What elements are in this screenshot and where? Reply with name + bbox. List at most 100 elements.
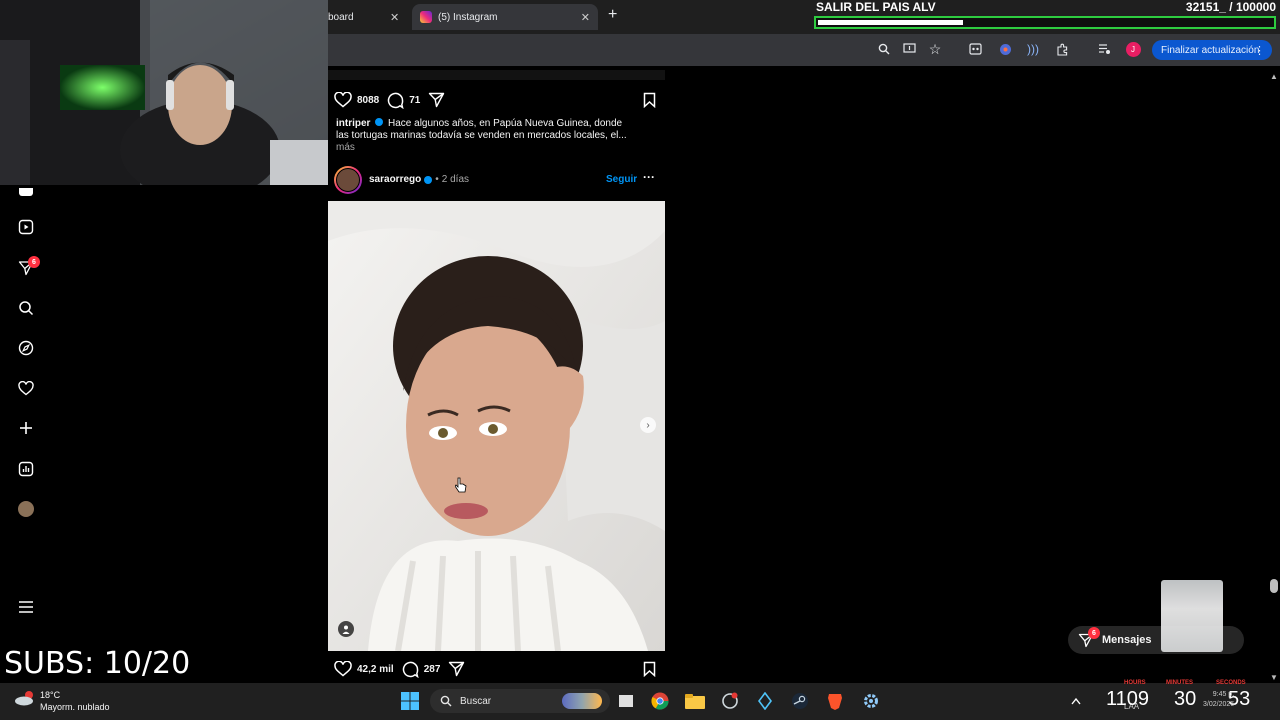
chrome-icon[interactable] bbox=[649, 691, 671, 711]
post-image bbox=[328, 201, 665, 651]
windows-start-icon[interactable] bbox=[399, 691, 421, 711]
like-icon[interactable] bbox=[334, 92, 352, 108]
bookmark-star-icon[interactable]: ☆ bbox=[927, 41, 943, 57]
timer-minutes-label: MINUTES bbox=[1166, 680, 1193, 686]
share-icon[interactable] bbox=[448, 661, 465, 677]
tab-board-label: board bbox=[328, 11, 354, 23]
scroll-up-icon[interactable]: ▲ bbox=[1270, 72, 1278, 81]
messages-badge: 6 bbox=[1088, 627, 1100, 639]
verified-badge-icon bbox=[375, 118, 384, 126]
reels-icon[interactable] bbox=[16, 217, 36, 237]
timer-seconds-label: SECONDS bbox=[1216, 680, 1246, 686]
comment-count: 287 bbox=[423, 663, 441, 675]
save-bookmark-icon[interactable] bbox=[643, 661, 656, 677]
share-icon[interactable] bbox=[428, 92, 445, 108]
post-separator: • bbox=[435, 174, 439, 185]
reels-icon-partial[interactable] bbox=[16, 182, 36, 202]
vpn-icon[interactable] bbox=[754, 691, 776, 711]
comment-icon[interactable] bbox=[387, 92, 404, 109]
media-control-icon[interactable] bbox=[1096, 41, 1112, 57]
save-bookmark-icon[interactable] bbox=[643, 92, 656, 108]
scrollbar-thumb[interactable] bbox=[1270, 579, 1278, 593]
scroll-down-icon[interactable]: ▼ bbox=[1270, 673, 1278, 682]
audio-icon[interactable]: ))) bbox=[1025, 41, 1041, 57]
profile-avatar[interactable]: J bbox=[1125, 41, 1141, 57]
tab-instagram[interactable]: (5) Instagram ✕ bbox=[412, 4, 598, 30]
search-highlight-image bbox=[562, 693, 602, 709]
close-icon[interactable]: ✕ bbox=[390, 11, 399, 24]
like-count: 8088 bbox=[357, 94, 380, 106]
finish-update-button[interactable]: Finalizar actualización ⋮ bbox=[1152, 40, 1272, 60]
like-count: 42,2 mil bbox=[357, 663, 394, 675]
mouse-cursor-icon bbox=[454, 477, 467, 493]
webcam-feed bbox=[0, 0, 328, 185]
new-tab-button[interactable]: + bbox=[608, 6, 617, 24]
brave-icon[interactable] bbox=[824, 691, 846, 711]
zoom-icon[interactable] bbox=[876, 41, 892, 57]
create-plus-icon[interactable] bbox=[16, 418, 36, 438]
page-scrollbar[interactable]: ▲ ▼ bbox=[1268, 72, 1280, 682]
extensions-puzzle-icon[interactable] bbox=[1054, 41, 1070, 57]
goal-title: SALIR DEL PAIS ALV bbox=[816, 0, 936, 14]
file-explorer-icon[interactable] bbox=[684, 691, 706, 711]
dashboard-icon[interactable] bbox=[16, 459, 36, 479]
taskbar bbox=[0, 683, 1280, 720]
notifications-badge: 6 bbox=[28, 256, 40, 268]
previous-post-actions: 8088 71 bbox=[334, 89, 658, 111]
timer-hours: 1109 bbox=[1106, 688, 1150, 710]
reader-icon[interactable] bbox=[967, 41, 983, 57]
follow-button[interactable]: Seguir bbox=[606, 174, 637, 185]
finish-update-label: Finalizar actualización bbox=[1161, 44, 1260, 56]
comment-count: 71 bbox=[409, 94, 421, 106]
post-photo[interactable]: › bbox=[328, 201, 665, 651]
system-time: 9:45 p. bbox=[1212, 691, 1235, 698]
carousel-next-icon[interactable]: › bbox=[640, 417, 656, 433]
steam-icon[interactable] bbox=[789, 691, 811, 711]
tagged-user-icon[interactable] bbox=[338, 621, 354, 637]
system-clock[interactable]: 9:45 p. 3/02/2026 bbox=[1203, 690, 1234, 710]
gear-icon[interactable] bbox=[860, 691, 882, 711]
profile-initial: J bbox=[1125, 41, 1141, 57]
timer-hours-label: HOURS bbox=[1124, 680, 1146, 686]
settings-app-icon[interactable] bbox=[719, 691, 741, 711]
messages-label: Mensajes bbox=[1102, 634, 1152, 646]
previous-post-media-edge bbox=[328, 70, 665, 80]
heart-icon[interactable] bbox=[16, 378, 36, 398]
taskbar-search[interactable]: Buscar bbox=[430, 689, 610, 713]
install-app-icon[interactable] bbox=[901, 41, 917, 57]
post-author-avatar[interactable] bbox=[334, 166, 362, 194]
caption-username[interactable]: intriper bbox=[336, 118, 370, 129]
tab-instagram-label: (5) Instagram bbox=[438, 11, 498, 23]
tab-board[interactable]: board ✕ bbox=[328, 4, 408, 30]
water-glass-overlay bbox=[1161, 580, 1223, 652]
post-username[interactable]: saraorrego bbox=[369, 174, 421, 185]
goal-progress-fill bbox=[818, 20, 964, 25]
webcam-image bbox=[0, 0, 328, 185]
chevron-up-icon[interactable] bbox=[1065, 691, 1087, 711]
extension-blue-icon[interactable] bbox=[997, 41, 1013, 57]
post-header: saraorrego • 2 días Seguir ··· bbox=[334, 166, 658, 194]
previous-post-caption: intriper Hace algunos años, en Papúa Nue… bbox=[336, 118, 636, 154]
search-placeholder: Buscar bbox=[460, 695, 492, 707]
goal-progress-bar bbox=[814, 16, 1276, 29]
system-date: 3/02/2026 bbox=[1203, 701, 1235, 708]
more-vertical-icon[interactable]: ⋮ bbox=[1254, 44, 1265, 57]
more-options-icon[interactable]: ··· bbox=[643, 170, 655, 184]
instagram-icon bbox=[420, 11, 432, 23]
task-view-icon[interactable] bbox=[615, 691, 637, 711]
close-icon[interactable]: ✕ bbox=[581, 11, 590, 24]
explore-compass-icon[interactable] bbox=[16, 338, 36, 358]
profile-avatar-sidebar[interactable] bbox=[16, 499, 36, 519]
post-time: 2 días bbox=[441, 174, 470, 185]
subs-counter: SUBS: 10/20 bbox=[4, 646, 191, 681]
weather-cloud-icon[interactable] bbox=[14, 688, 36, 708]
menu-hamburger-icon[interactable] bbox=[16, 597, 36, 617]
search-icon[interactable] bbox=[16, 298, 36, 318]
search-icon bbox=[440, 695, 452, 707]
caption-more-link[interactable]: más bbox=[336, 142, 355, 153]
like-icon[interactable] bbox=[334, 661, 352, 677]
comment-icon[interactable] bbox=[402, 661, 419, 678]
goal-count: 32151_ / 100000 bbox=[1185, 0, 1276, 14]
post-actions: 42,2 mil 287 bbox=[334, 658, 658, 680]
weather-widget[interactable]: 18°C Mayorm. nublado bbox=[40, 689, 110, 713]
